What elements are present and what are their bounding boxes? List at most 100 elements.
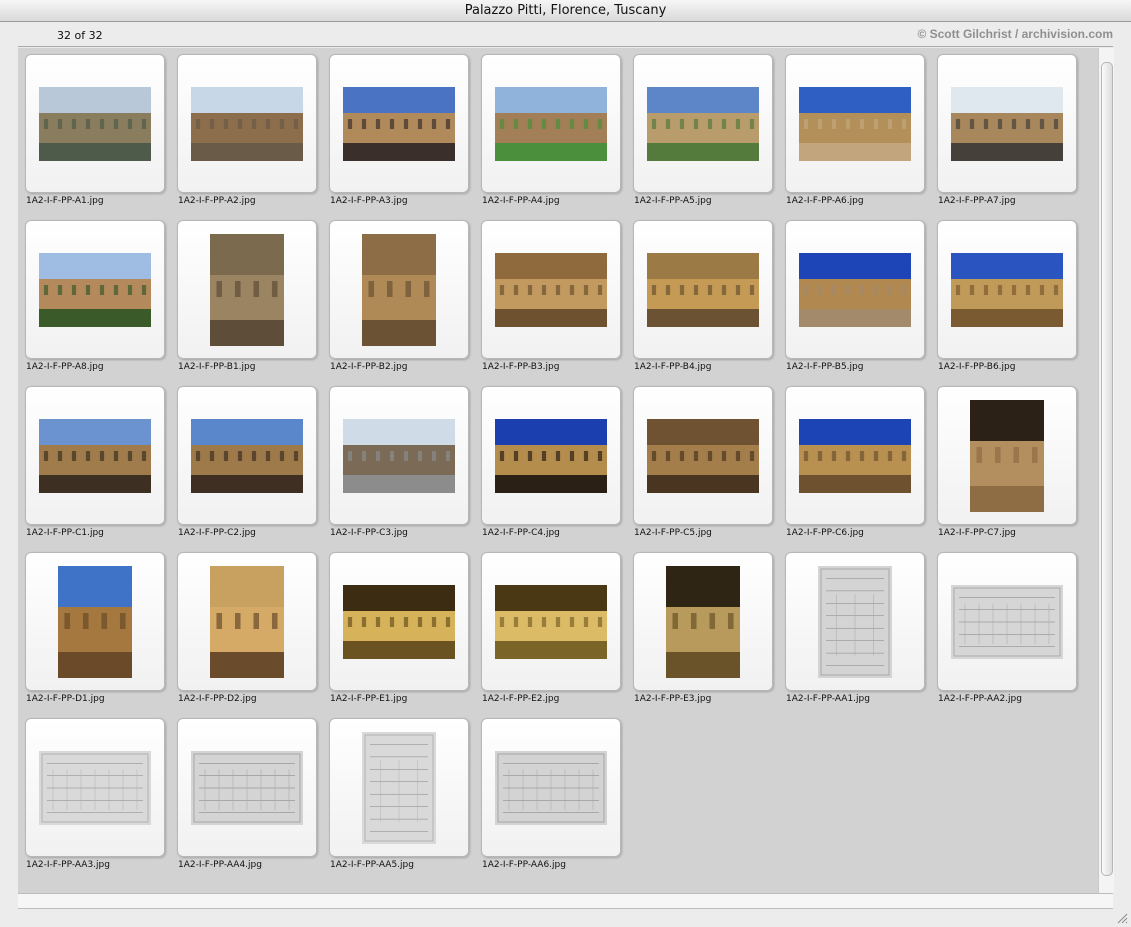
vertical-scroll-thumb[interactable] xyxy=(1101,62,1113,876)
thumbnail-cell[interactable]: 1A2-I-F-PP-A2.jpg xyxy=(170,48,317,206)
piazza-facade-icon[interactable] xyxy=(343,86,455,161)
facade-corner-icon[interactable] xyxy=(58,565,132,678)
slide-frame[interactable] xyxy=(937,386,1077,525)
grotto-statue-icon[interactable] xyxy=(343,584,455,659)
thumbnail-cell[interactable]: 1A2-I-F-PP-B4.jpg xyxy=(626,214,773,372)
slide-frame[interactable] xyxy=(329,718,469,857)
palace-garden-icon[interactable] xyxy=(495,86,607,161)
slide-frame[interactable] xyxy=(481,54,621,193)
palace-hillside-icon[interactable] xyxy=(39,252,151,327)
city-panorama-icon[interactable] xyxy=(39,86,151,161)
thumbnail-cell[interactable]: 1A2-I-F-PP-B6.jpg xyxy=(930,214,1077,372)
slide-frame[interactable] xyxy=(481,718,621,857)
thumbnail-cell[interactable]: 1A2-I-F-PP-B1.jpg xyxy=(170,214,317,372)
slide-frame[interactable] xyxy=(785,386,925,525)
slide-frame[interactable] xyxy=(329,220,469,359)
facade-engraving-icon[interactable] xyxy=(191,750,303,825)
palace-street-icon[interactable] xyxy=(191,86,303,161)
slide-frame[interactable] xyxy=(177,386,317,525)
slide-frame[interactable] xyxy=(481,386,621,525)
thumbnail-cell[interactable]: 1A2-I-F-PP-C1.jpg xyxy=(18,380,165,538)
thumbnail-cell[interactable]: 1A2-I-F-PP-E2.jpg xyxy=(474,546,621,704)
thumbnail-cell[interactable]: 1A2-I-F-PP-C6.jpg xyxy=(778,380,925,538)
thumbnail-cell[interactable]: 1A2-I-F-PP-C7.jpg xyxy=(930,380,1077,538)
section-engraving-icon[interactable] xyxy=(362,731,436,844)
window-detail-icon[interactable] xyxy=(362,233,436,346)
thumbnail-grid-viewport[interactable]: 1A2-I-F-PP-A1.jpg 1A2-I-F-PP-A2.jpg 1A2-I-… xyxy=(18,48,1098,893)
thumbnail-cell[interactable]: 1A2-I-F-PP-AA5.jpg xyxy=(322,712,469,870)
slide-frame[interactable] xyxy=(633,552,773,691)
rustication-detail-icon[interactable] xyxy=(647,418,759,493)
slide-frame[interactable] xyxy=(329,54,469,193)
slide-frame[interactable] xyxy=(633,220,773,359)
slide-frame[interactable] xyxy=(937,54,1077,193)
slide-frame[interactable] xyxy=(633,54,773,193)
banded-column-icon[interactable] xyxy=(970,399,1044,512)
courtyard-grotto-icon[interactable] xyxy=(343,418,455,493)
slide-frame[interactable] xyxy=(785,220,925,359)
thumbnail-cell[interactable]: 1A2-I-F-PP-C4.jpg xyxy=(474,380,621,538)
grotto-interior-icon[interactable] xyxy=(666,565,740,678)
thumbnail-cell[interactable]: 1A2-I-F-PP-E3.jpg xyxy=(626,546,773,704)
facade-engraving-icon[interactable] xyxy=(495,750,607,825)
thumbnail-cell[interactable]: 1A2-I-F-PP-E1.jpg xyxy=(322,546,469,704)
thumbnail-cell[interactable]: 1A2-I-F-PP-AA6.jpg xyxy=(474,712,621,870)
slide-frame[interactable] xyxy=(785,552,925,691)
resize-grip-icon[interactable] xyxy=(1116,912,1128,924)
slide-frame[interactable] xyxy=(25,386,165,525)
window-titlebar[interactable]: Palazzo Pitti, Florence, Tuscany xyxy=(0,0,1131,22)
slide-frame[interactable] xyxy=(937,552,1077,691)
rusticated-wall-icon[interactable] xyxy=(210,233,284,346)
thumbnail-cell[interactable]: 1A2-I-F-PP-A5.jpg xyxy=(626,48,773,206)
lion-head-icon[interactable] xyxy=(495,252,607,327)
courtyard-icon[interactable] xyxy=(191,418,303,493)
slide-frame[interactable] xyxy=(25,718,165,857)
thumbnail-cell[interactable]: 1A2-I-F-PP-D1.jpg xyxy=(18,546,165,704)
slide-frame[interactable] xyxy=(25,220,165,359)
slide-frame[interactable] xyxy=(481,552,621,691)
thumbnail-cell[interactable]: 1A2-I-F-PP-B2.jpg xyxy=(322,214,469,372)
thumbnail-cell[interactable]: 1A2-I-F-PP-A8.jpg xyxy=(18,214,165,372)
thumbnail-cell[interactable]: 1A2-I-F-PP-A7.jpg xyxy=(930,48,1077,206)
facade-perspective-icon[interactable] xyxy=(210,565,284,678)
slide-frame[interactable] xyxy=(481,220,621,359)
slide-frame[interactable] xyxy=(177,552,317,691)
slide-frame[interactable] xyxy=(177,718,317,857)
slide-frame[interactable] xyxy=(785,54,925,193)
thumbnail-cell[interactable]: 1A2-I-F-PP-A1.jpg xyxy=(18,48,165,206)
courtyard-icon[interactable] xyxy=(39,418,151,493)
thumbnail-cell[interactable]: 1A2-I-F-PP-C5.jpg xyxy=(626,380,773,538)
thumbnail-cell[interactable]: 1A2-I-F-PP-A3.jpg xyxy=(322,48,469,206)
city-view-icon[interactable] xyxy=(647,86,759,161)
facade-detail-icon[interactable] xyxy=(799,418,911,493)
thumbnail-cell[interactable]: 1A2-I-F-PP-A6.jpg xyxy=(778,48,925,206)
thumbnail-cell[interactable]: 1A2-I-F-PP-C3.jpg xyxy=(322,380,469,538)
horizontal-scrollbar[interactable] xyxy=(18,893,1113,909)
thumbnail-cell[interactable]: 1A2-I-F-PP-C2.jpg xyxy=(170,380,317,538)
thumbnail-cell[interactable]: 1A2-I-F-PP-B3.jpg xyxy=(474,214,621,372)
slide-frame[interactable] xyxy=(25,54,165,193)
loggia-icon[interactable] xyxy=(799,252,911,327)
facade-arcade-icon[interactable] xyxy=(495,418,607,493)
slide-frame[interactable] xyxy=(633,386,773,525)
slide-frame[interactable] xyxy=(329,386,469,525)
thumbnail-cell[interactable]: 1A2-I-F-PP-AA3.jpg xyxy=(18,712,165,870)
slide-frame[interactable] xyxy=(177,54,317,193)
arches-detail-icon[interactable] xyxy=(951,252,1063,327)
plan-engraving-icon[interactable] xyxy=(818,565,892,678)
arched-window-icon[interactable] xyxy=(647,252,759,327)
vertical-scrollbar[interactable] xyxy=(1098,48,1114,893)
thumbnail-cell[interactable]: 1A2-I-F-PP-AA1.jpg xyxy=(778,546,925,704)
slide-frame[interactable] xyxy=(25,552,165,691)
thumbnail-cell[interactable]: 1A2-I-F-PP-A4.jpg xyxy=(474,48,621,206)
thumbnail-cell[interactable]: 1A2-I-F-PP-AA4.jpg xyxy=(170,712,317,870)
slide-frame[interactable] xyxy=(937,220,1077,359)
thumbnail-cell[interactable]: 1A2-I-F-PP-B5.jpg xyxy=(778,214,925,372)
palace-wing-icon[interactable] xyxy=(951,86,1063,161)
thumbnail-cell[interactable]: 1A2-I-F-PP-AA2.jpg xyxy=(930,546,1077,704)
slide-frame[interactable] xyxy=(177,220,317,359)
slide-frame[interactable] xyxy=(329,552,469,691)
palace-courtyard-icon[interactable] xyxy=(799,86,911,161)
elevation-engraving-icon[interactable] xyxy=(39,750,151,825)
grotto-statue-icon[interactable] xyxy=(495,584,607,659)
